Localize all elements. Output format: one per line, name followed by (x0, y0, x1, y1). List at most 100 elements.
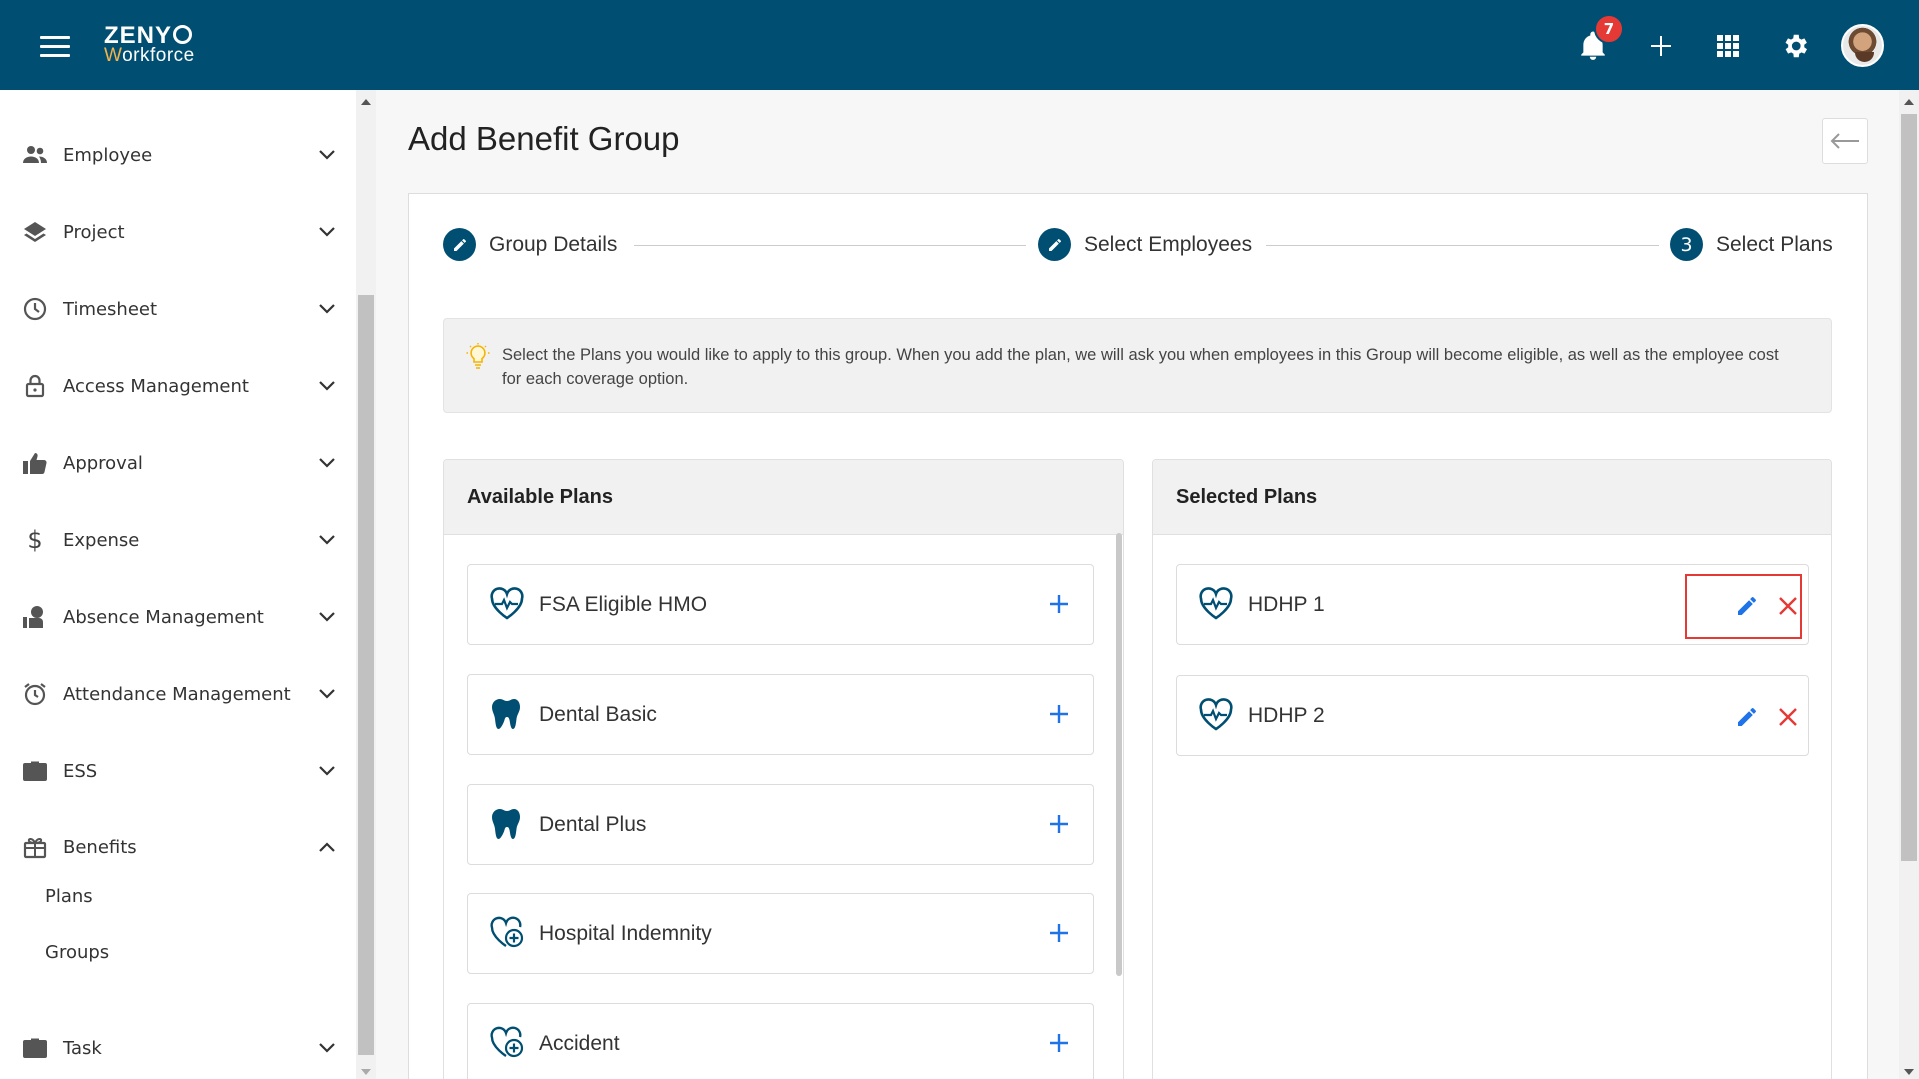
sidebar-item-timesheet[interactable]: Timesheet (0, 279, 356, 339)
page-title: Add Benefit Group (408, 120, 680, 157)
sidebar-item-label: Approval (63, 452, 143, 474)
selected-plan-card: HDHP 1 (1176, 564, 1809, 645)
step-select-employees[interactable]: Select Employees (1038, 228, 1252, 261)
chevron-down-icon (316, 221, 338, 243)
alarm-clock-icon (22, 681, 48, 707)
add-plan-plus-icon[interactable] (1044, 1028, 1074, 1058)
plan-card: Hospital Indemnity (467, 893, 1094, 974)
remove-close-icon[interactable] (1773, 591, 1803, 621)
sidebar: Employee Project Timesheet Access Manage… (0, 90, 356, 1079)
top-bar: ZENY Workforce 7 (0, 0, 1919, 90)
heart-plus-icon (488, 914, 526, 952)
edit-pencil-icon[interactable] (1732, 591, 1762, 621)
sidebar-item-label: Benefits (63, 836, 137, 858)
sidebar-item-label: Access Management (63, 375, 249, 397)
back-button[interactable] (1822, 118, 1868, 164)
selected-plans-panel: Selected Plans HDHP 1 HDHP 2 (1152, 459, 1832, 1079)
people-icon (22, 142, 48, 168)
lightbulb-icon (466, 343, 490, 375)
add-plan-plus-icon[interactable] (1044, 699, 1074, 729)
step-select-plans[interactable]: 3 Select Plans (1670, 228, 1833, 261)
step-number: 3 (1670, 228, 1703, 261)
scroll-up-arrow-icon[interactable] (361, 99, 371, 105)
sidebar-item-label: Employee (63, 144, 153, 166)
sidebar-item-project[interactable]: Project (0, 202, 356, 262)
sidebar-item-label: Timesheet (63, 298, 158, 320)
sidebar-item-label: Project (63, 221, 125, 243)
step-connector (1266, 245, 1659, 246)
app-logo[interactable]: ZENY Workforce (104, 24, 195, 66)
available-plans-title: Available Plans (444, 460, 1123, 535)
sidebar-item-benefits[interactable]: Benefits (0, 817, 356, 877)
heart-pulse-icon (1197, 585, 1235, 623)
edit-pencil-icon[interactable] (1732, 702, 1762, 732)
sidebar-item-employee[interactable]: Employee (0, 125, 356, 185)
sidebar-item-expense[interactable]: $ Expense (0, 510, 356, 570)
person-absent-icon (22, 604, 48, 630)
plan-card: Accident (467, 1003, 1094, 1079)
chevron-up-icon (316, 836, 338, 858)
arrow-left-icon (1830, 133, 1859, 149)
chevron-down-icon (316, 298, 338, 320)
sidebar-item-label: Absence Management (63, 606, 264, 628)
heart-plus-icon (488, 1024, 526, 1062)
selected-plan-card: HDHP 2 (1176, 675, 1809, 756)
selected-plans-title: Selected Plans (1153, 460, 1831, 535)
plan-card: Dental Basic (467, 674, 1094, 755)
chevron-down-icon (316, 375, 338, 397)
sidebar-item-task[interactable]: Task (0, 1018, 356, 1078)
step-label: Select Employees (1084, 232, 1253, 256)
clock-icon (22, 296, 48, 322)
apps-grid-icon[interactable] (1708, 26, 1748, 66)
settings-gear-icon[interactable] (1775, 26, 1815, 66)
scroll-down-arrow-icon[interactable] (361, 1069, 371, 1075)
info-text: Select the Plans you would like to apply… (502, 346, 1779, 388)
logo-text-w: W (104, 45, 123, 66)
sidebar-subitem-groups[interactable]: Groups (45, 942, 109, 963)
scroll-down-arrow-icon[interactable] (1904, 1069, 1914, 1075)
heart-pulse-icon (488, 585, 526, 623)
sidebar-item-approval[interactable]: Approval (0, 433, 356, 493)
plan-card: FSA Eligible HMO (467, 564, 1094, 645)
chevron-down-icon (316, 683, 338, 705)
heart-pulse-icon (1197, 696, 1235, 734)
plan-name: FSA Eligible HMO (539, 592, 708, 616)
chevron-down-icon (316, 144, 338, 166)
remove-close-icon[interactable] (1773, 702, 1803, 732)
add-plan-plus-icon[interactable] (1044, 589, 1074, 619)
sidebar-item-absence-management[interactable]: Absence Management (0, 587, 356, 647)
thumbs-up-icon (22, 450, 48, 476)
plan-name: Accident (539, 1031, 620, 1055)
available-plans-scrollbar[interactable] (1116, 533, 1122, 976)
add-plan-plus-icon[interactable] (1044, 918, 1074, 948)
main-scroll-thumb[interactable] (1901, 114, 1917, 861)
sidebar-item-label: Attendance Management (63, 683, 291, 705)
add-icon[interactable] (1641, 26, 1681, 66)
sidebar-item-attendance-management[interactable]: Attendance Management (0, 664, 356, 724)
dollar-icon: $ (27, 526, 43, 554)
gift-icon (22, 834, 48, 860)
chevron-down-icon (316, 606, 338, 628)
available-plans-panel: Available Plans FSA Eligible HMO Dental … (443, 459, 1124, 1079)
step-label: Group Details (489, 232, 618, 256)
plan-name: HDHP 2 (1248, 703, 1325, 727)
chevron-down-icon (316, 452, 338, 474)
chevron-down-icon (316, 760, 338, 782)
scroll-up-arrow-icon[interactable] (1904, 99, 1914, 105)
main-scrollbar[interactable] (1899, 90, 1919, 1079)
sidebar-scroll-thumb[interactable] (358, 295, 374, 1055)
logo-text-bottom: orkforce (122, 45, 195, 66)
step-group-details[interactable]: Group Details (443, 228, 617, 261)
plan-name: HDHP 1 (1248, 592, 1325, 616)
sidebar-subitem-plans[interactable]: Plans (45, 886, 93, 907)
step-label: Select Plans (1716, 232, 1833, 256)
sidebar-item-ess[interactable]: ESS (0, 741, 356, 801)
sidebar-item-access-management[interactable]: Access Management (0, 356, 356, 416)
pencil-icon (443, 228, 476, 261)
hamburger-menu-icon[interactable] (40, 36, 70, 58)
lock-icon (22, 373, 48, 399)
add-plan-plus-icon[interactable] (1044, 809, 1074, 839)
chevron-down-icon (316, 1037, 338, 1059)
sidebar-scrollbar[interactable] (356, 90, 376, 1079)
user-avatar[interactable] (1841, 24, 1884, 67)
